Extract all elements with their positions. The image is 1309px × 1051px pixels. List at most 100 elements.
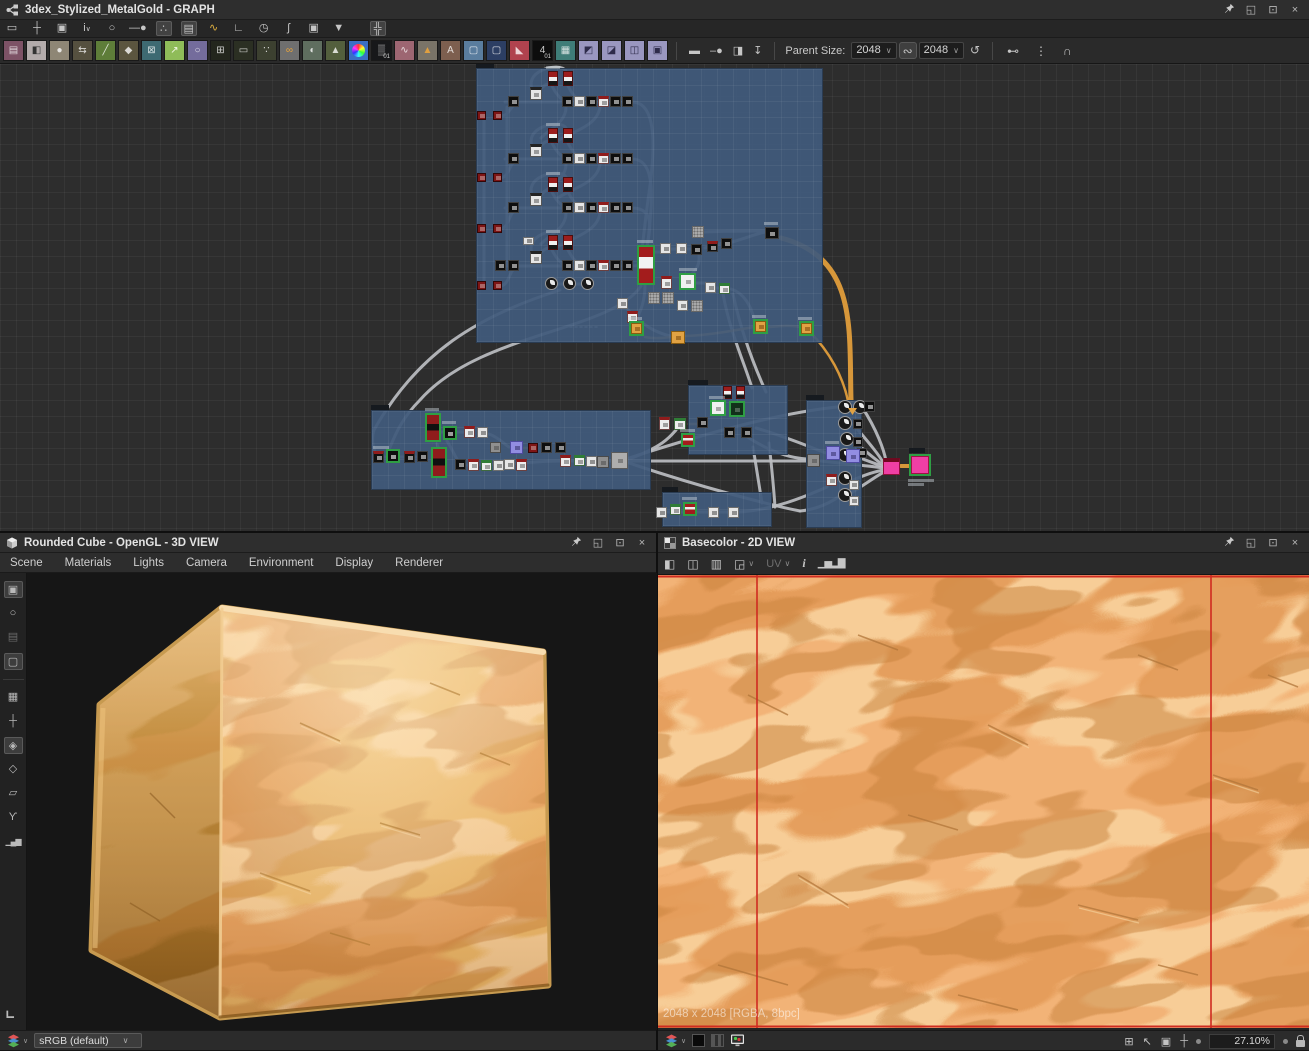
graph-node[interactable] [548,71,558,86]
compare-icon[interactable]: ◧ [664,557,675,571]
node-palette-icon-1[interactable]: ◧ [26,40,47,61]
graph-node[interactable] [477,427,488,438]
scene-tree-icon[interactable]: ┗╸ [4,1011,17,1024]
graph-node[interactable] [562,96,573,107]
node-palette-icon-20[interactable]: ▢ [463,40,484,61]
graph-node[interactable] [598,153,609,164]
graph-node[interactable] [807,454,820,467]
pin-icon[interactable] [1221,536,1237,550]
graph-node[interactable] [495,260,506,271]
graph-node[interactable] [548,177,558,192]
graph-node[interactable] [629,321,644,336]
graph-node[interactable] [799,321,814,336]
parent-size-width-select[interactable]: 2048 ∨ [851,42,897,59]
uv-mode-select[interactable]: UV ∨ [766,558,790,570]
node-palette-icon-23[interactable]: 4 01 [532,40,553,61]
graph-node[interactable] [574,455,585,466]
graph-node[interactable] [909,454,931,476]
node-palette-icon-6[interactable]: ⊠ [141,40,162,61]
graph-node[interactable] [574,96,585,107]
zoom-in-dot[interactable] [1283,1038,1288,1044]
zoom-level-input[interactable] [1209,1033,1275,1049]
graph-node[interactable] [493,224,502,233]
graph-node[interactable] [548,235,558,250]
graph-node[interactable] [707,241,718,252]
menu-scene[interactable]: Scene [10,557,43,569]
graph-node[interactable] [530,193,542,206]
graph-node[interactable] [826,474,837,486]
graph-node[interactable] [443,426,457,440]
copy-image-icon[interactable]: ▥ [711,557,722,571]
filter-icon[interactable]: ▼ [331,21,347,36]
layers-view-icon[interactable]: ▤ [180,21,197,36]
graph-node[interactable] [464,426,475,438]
graph-node[interactable] [610,260,621,271]
maximize-icon[interactable]: ⊡ [612,536,628,549]
node-palette-icon-14[interactable]: ▲ [325,40,346,61]
graph-node[interactable] [597,456,609,468]
normals-icon[interactable]: ϒ [4,809,23,826]
menu-camera[interactable]: Camera [186,557,227,569]
node-palette-icon-26[interactable]: ◪ [601,40,622,61]
graph-node[interactable] [574,260,585,271]
graph-node[interactable] [563,71,573,86]
close-icon[interactable]: × [1287,537,1303,549]
graph-node[interactable] [692,226,704,238]
graph-node[interactable] [562,153,573,164]
graph-node[interactable] [697,417,708,428]
graph-node[interactable] [508,260,519,271]
graph-node[interactable] [562,202,573,213]
graph-node[interactable] [724,427,735,438]
info-icon[interactable]: i [802,556,805,571]
environment-image-icon[interactable]: ▤ [4,629,23,646]
graph-node[interactable] [563,128,573,143]
graph-node[interactable] [586,96,597,107]
link-creation-icon[interactable]: —● [129,21,147,36]
background-stripes-swatch[interactable] [711,1034,725,1047]
pin-node-icon[interactable]: ↧ [753,44,762,57]
link-size-icon[interactable]: ∾ [898,42,917,59]
graph-node[interactable] [622,260,633,271]
screenshot-icon[interactable]: ▣ [54,21,70,36]
graph-node[interactable] [493,281,502,290]
graph-node[interactable] [662,292,674,304]
pin-icon[interactable] [568,536,584,550]
graph-node[interactable] [853,437,863,447]
graph-node[interactable] [598,260,609,271]
graph-node[interactable] [490,442,501,453]
compute-time-icon[interactable]: ◷ [256,21,272,36]
snap-magnet-icon[interactable]: ∩ [1063,44,1072,58]
graph-node[interactable] [574,202,585,213]
background-black-swatch[interactable] [692,1034,706,1047]
graph-node[interactable] [373,451,384,463]
node-palette-icon-8[interactable]: ○ [187,40,208,61]
node-palette-icon-27[interactable]: ◫ [624,40,645,61]
graph-node[interactable] [683,502,697,516]
graph-node[interactable] [404,451,415,463]
graph-node[interactable] [838,416,852,430]
stats-icon[interactable]: ▁▄▆ [4,833,23,850]
color-layers-icon[interactable] [6,1034,21,1048]
tools-icon[interactable]: ʃ [281,21,297,36]
graph-node[interactable] [523,237,534,245]
link-display-icon[interactable]: ∿ [206,21,222,36]
graph-node[interactable] [560,455,571,467]
graph-node[interactable] [493,173,502,182]
lock-icon[interactable] [1296,1034,1305,1047]
node-palette-icon-0[interactable]: ▤ [3,40,24,61]
fit-view-icon[interactable]: ▣ [1161,1035,1171,1048]
graph-node[interactable] [530,87,542,100]
graph-node[interactable] [721,238,732,249]
graph-node[interactable] [431,447,447,478]
node-palette-icon-21[interactable]: ▢ [486,40,507,61]
graph-node[interactable] [661,276,672,289]
graph-node[interactable] [708,507,719,518]
node-palette-icon-10[interactable]: ▭ [233,40,254,61]
pan-view-icon[interactable]: ┼ [1180,1035,1188,1047]
node-palette-icon-4[interactable]: ╱ [95,40,116,61]
graph-node[interactable] [530,144,542,157]
graph-node[interactable] [705,282,716,293]
node-palette-icon-19[interactable]: A [440,40,461,61]
color-layers-icon[interactable] [664,1034,679,1048]
graph-node[interactable] [864,401,875,412]
